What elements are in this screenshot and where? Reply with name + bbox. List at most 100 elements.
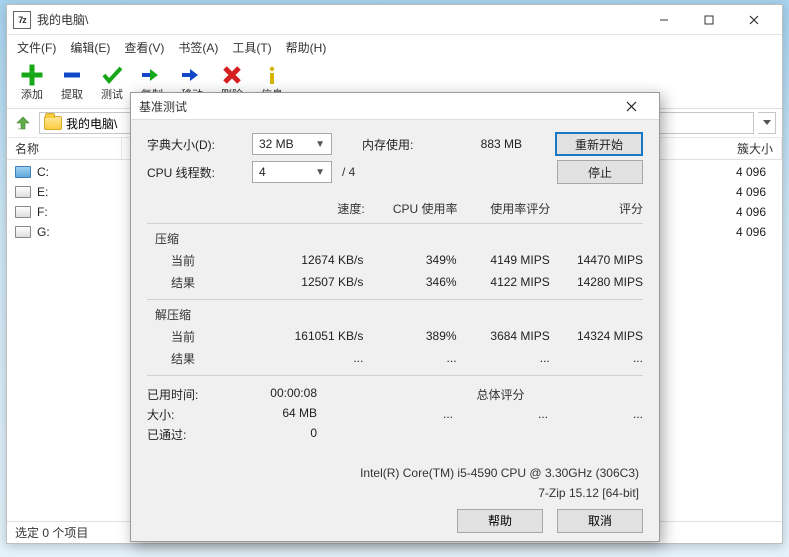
window-title: 我的电脑\	[37, 11, 88, 28]
size-value: 64 MB	[227, 406, 317, 426]
cell: ...	[270, 351, 363, 365]
chevron-down-icon	[763, 120, 771, 126]
drive-size: 4 096	[704, 225, 774, 239]
compress-title: 压缩	[155, 230, 643, 247]
cell: 389%	[363, 329, 456, 343]
decompress-current-row: 当前 161051 KB/s 389% 3684 MIPS 14324 MIPS	[155, 325, 643, 347]
restart-label: 重新开始	[575, 136, 623, 153]
dict-size-value: 32 MB	[259, 137, 294, 151]
decompress-section: 解压缩 当前 161051 KB/s 389% 3684 MIPS 14324 …	[147, 306, 643, 369]
decompress-title: 解压缩	[155, 306, 643, 323]
address-text: 我的电脑\	[66, 115, 117, 132]
help-label: 帮助	[488, 512, 512, 529]
compress-section: 压缩 当前 12674 KB/s 349% 4149 MIPS 14470 MI…	[147, 230, 643, 293]
col-score: 评分	[550, 200, 643, 217]
delete-icon	[219, 64, 245, 86]
drive-size: 4 096	[704, 185, 774, 199]
menu-view[interactable]: 查看(V)	[124, 39, 164, 56]
status-text: 选定 0 个项目	[15, 524, 88, 541]
cell: 346%	[363, 275, 456, 289]
toolbar-add[interactable]: 添加	[15, 64, 49, 102]
cell: ...	[453, 407, 548, 421]
drive-label: E:	[37, 185, 127, 199]
menu-bookmark[interactable]: 书签(A)	[178, 39, 218, 56]
menu-help[interactable]: 帮助(H)	[286, 39, 327, 56]
dict-size-label: 字典大小(D):	[147, 136, 252, 153]
cell: ...	[363, 351, 456, 365]
dialog-close-button[interactable]	[611, 93, 651, 119]
row-label: 当前	[155, 252, 270, 269]
menu-tools[interactable]: 工具(T)	[232, 39, 271, 56]
up-button[interactable]	[13, 113, 35, 133]
elapsed-value: 00:00:08	[227, 386, 317, 406]
cell: 4149 MIPS	[457, 253, 550, 267]
decompress-result-row: 结果 ... ... ... ...	[155, 347, 643, 369]
cancel-button[interactable]: 取消	[557, 509, 643, 533]
chevron-down-icon: ▼	[315, 139, 325, 150]
toolbar-extract[interactable]: 提取	[55, 64, 89, 102]
column-name[interactable]: 名称	[7, 138, 122, 159]
dialog-body: 字典大小(D): 32 MB ▼ 内存使用: 883 MB 重新开始 CPU 线…	[131, 120, 659, 500]
toolbar-test-label: 测试	[101, 86, 123, 102]
passed-label: 已通过:	[147, 426, 227, 446]
results-grid: 速度: CPU 使用率 使用率评分 评分 压缩 当前 12674 KB/s 34…	[147, 200, 643, 500]
app-version: 7-Zip 15.12 [64-bit]	[147, 486, 643, 500]
window-controls	[641, 6, 776, 34]
passed-value: 0	[227, 426, 317, 446]
drive-size: 4 096	[704, 165, 774, 179]
cell: 3684 MIPS	[457, 329, 550, 343]
benchmark-dialog: 基准测试 字典大小(D): 32 MB ▼ 内存使用: 883 MB 重新开始 …	[130, 92, 660, 542]
restart-button[interactable]: 重新开始	[555, 132, 643, 156]
dialog-footer: 帮助 取消	[131, 500, 659, 541]
threads-total: / 4	[342, 165, 355, 179]
close-button[interactable]	[731, 6, 776, 34]
minimize-button[interactable]	[641, 6, 686, 34]
column-size[interactable]: 簇大小	[712, 138, 782, 159]
row-label: 结果	[155, 350, 270, 367]
close-icon	[626, 101, 637, 112]
cancel-label: 取消	[588, 512, 612, 529]
col-cpu: CPU 使用率	[365, 200, 458, 217]
titlebar: 7z 我的电脑\	[7, 5, 782, 35]
cell: ...	[457, 351, 550, 365]
threads-select[interactable]: 4 ▼	[252, 161, 332, 183]
drive-label: F:	[37, 205, 127, 219]
cpu-info: Intel(R) Core(TM) i5-4590 CPU @ 3.30GHz …	[147, 466, 643, 480]
plus-icon	[19, 64, 45, 86]
grid-header: 速度: CPU 使用率 使用率评分 评分	[147, 200, 643, 217]
cell: 14470 MIPS	[550, 253, 643, 267]
stop-label: 停止	[588, 164, 612, 181]
col-rating: 使用率评分	[458, 200, 551, 217]
menubar: 文件(F) 编辑(E) 查看(V) 书签(A) 工具(T) 帮助(H)	[7, 35, 782, 62]
overall-label: 总体评分	[358, 386, 643, 403]
compress-result-row: 结果 12507 KB/s 346% 4122 MIPS 14280 MIPS	[155, 271, 643, 293]
cell: ...	[358, 407, 453, 421]
elapsed-label: 已用时间:	[147, 386, 227, 406]
cell: 14324 MIPS	[550, 329, 643, 343]
toolbar-add-label: 添加	[21, 86, 43, 102]
menu-edit[interactable]: 编辑(E)	[70, 39, 110, 56]
drive-label: C:	[37, 165, 127, 179]
toolbar-extract-label: 提取	[61, 86, 83, 102]
memory-value: 883 MB	[432, 137, 522, 151]
check-icon	[99, 64, 125, 86]
cell: 4122 MIPS	[457, 275, 550, 289]
col-speed: 速度:	[272, 200, 365, 217]
help-button[interactable]: 帮助	[457, 509, 543, 533]
cell: 349%	[363, 253, 456, 267]
drive-label: G:	[37, 225, 127, 239]
cell: 12674 KB/s	[270, 253, 363, 267]
toolbar-test[interactable]: 测试	[95, 64, 129, 102]
minus-icon	[59, 64, 85, 86]
size-label: 大小:	[147, 406, 227, 426]
stop-button[interactable]: 停止	[557, 160, 643, 184]
row-label: 结果	[155, 274, 270, 291]
menu-file[interactable]: 文件(F)	[17, 39, 56, 56]
dict-size-select[interactable]: 32 MB ▼	[252, 133, 332, 155]
dialog-title: 基准测试	[139, 98, 187, 115]
app-icon: 7z	[13, 11, 31, 29]
maximize-button[interactable]	[686, 6, 731, 34]
address-dropdown[interactable]	[758, 112, 776, 134]
compress-current-row: 当前 12674 KB/s 349% 4149 MIPS 14470 MIPS	[155, 249, 643, 271]
move-arrow-icon	[179, 64, 205, 86]
